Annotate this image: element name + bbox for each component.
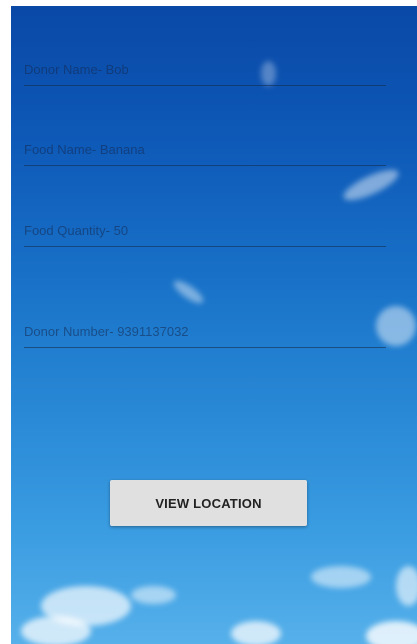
cloud-decoration bbox=[396, 566, 417, 606]
food-quantity-text: Food Quantity- 50 bbox=[24, 223, 129, 238]
cloud-decoration bbox=[131, 586, 176, 604]
cloud-decoration bbox=[231, 621, 281, 644]
donor-number-field[interactable]: Donor Number- 9391137032 bbox=[24, 317, 386, 348]
food-name-text: Food Name- Banana bbox=[24, 142, 145, 157]
cloud-decoration bbox=[21, 616, 91, 644]
food-quantity-field[interactable]: Food Quantity- 50 bbox=[24, 216, 386, 247]
donor-number-text: Donor Number- 9391137032 bbox=[24, 324, 189, 339]
cloud-decoration bbox=[311, 566, 371, 588]
food-name-field[interactable]: Food Name- Banana bbox=[24, 135, 386, 166]
cloud-decoration bbox=[170, 277, 207, 307]
app-screen: Donor Name- Bob Food Name- Banana Food Q… bbox=[11, 6, 417, 644]
donor-name-text: Donor Name- Bob bbox=[24, 62, 129, 77]
view-location-button[interactable]: VIEW LOCATION bbox=[110, 480, 307, 526]
donor-name-field[interactable]: Donor Name- Bob bbox=[24, 55, 386, 86]
cloud-decoration bbox=[366, 621, 417, 644]
cloud-decoration bbox=[340, 164, 402, 206]
